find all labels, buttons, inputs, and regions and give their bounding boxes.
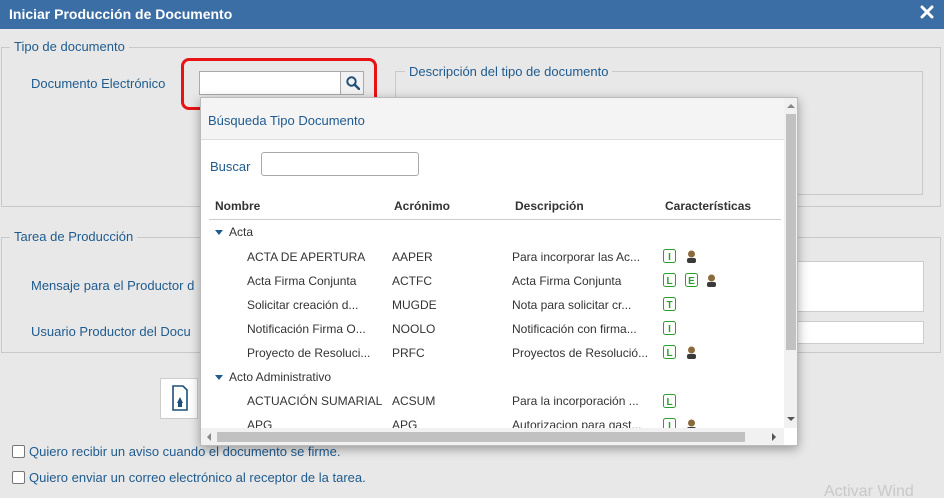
collapse-triangle-icon[interactable] xyxy=(215,230,223,236)
producir-documento-button[interactable] xyxy=(160,378,198,419)
cell-nombre: Solicitar creación d... xyxy=(247,298,359,312)
svg-text:L: L xyxy=(666,348,672,359)
column-header-caracteristicas[interactable]: Características xyxy=(665,199,751,213)
group-label: Acto Administrativo xyxy=(229,370,332,384)
scroll-right-icon[interactable] xyxy=(769,432,779,442)
collapse-triangle-icon[interactable] xyxy=(215,375,223,381)
cell-descripcion: Para incorporar las Ac... xyxy=(512,250,641,264)
aviso-label: Quiero recibir un aviso cuando el docume… xyxy=(29,444,341,459)
scroll-left-icon[interactable] xyxy=(204,432,214,442)
group-row-acto-administrativo[interactable]: Acto Administrativo xyxy=(215,370,331,384)
usuario-input[interactable] xyxy=(780,321,924,344)
vertical-scrollbar[interactable] xyxy=(784,98,797,428)
cell-acronimo: NOOLO xyxy=(392,322,436,336)
descripcion-legend: Descripción del tipo de documento xyxy=(405,64,613,79)
documento-electronico-label: Documento Electrónico xyxy=(31,76,166,91)
mensaje-label: Mensaje para el Productor d xyxy=(31,278,195,293)
group-row-acta[interactable]: Acta xyxy=(215,225,253,239)
popup-title: Búsqueda Tipo Documento xyxy=(208,113,365,128)
user-icon xyxy=(687,346,696,359)
busqueda-tipo-documento-popup: Búsqueda Tipo Documento Buscar Nombre Ac… xyxy=(200,97,798,446)
i-icon: I xyxy=(663,321,676,335)
scroll-down-icon[interactable] xyxy=(786,414,796,424)
cell-acronimo: ACTFC xyxy=(392,274,432,288)
usuario-label: Usuario Productor del Docu xyxy=(31,324,191,339)
cell-descripcion: Notificación con firma... xyxy=(512,322,637,336)
correo-label: Quiero enviar un correo electrónico al r… xyxy=(29,470,366,485)
l-icon: L xyxy=(663,273,676,287)
svg-text:L: L xyxy=(666,276,672,287)
svg-text:I: I xyxy=(668,252,671,263)
cell-acronimo: MUGDE xyxy=(392,298,437,312)
aviso-checkbox-row[interactable]: Quiero recibir un aviso cuando el docume… xyxy=(12,444,340,459)
e-icon: E xyxy=(685,273,698,287)
title-bar: Iniciar Producción de Documento xyxy=(0,0,944,29)
tipo-documento-legend: Tipo de documento xyxy=(10,39,129,54)
i-icon: I xyxy=(663,249,676,263)
t-icon: T xyxy=(663,297,676,311)
windows-activation-watermark: Activar Wind xyxy=(824,483,914,498)
cell-nombre: Notificación Firma O... xyxy=(247,322,366,336)
svg-text:T: T xyxy=(666,300,672,311)
user-icon xyxy=(707,274,716,287)
correo-checkbox[interactable] xyxy=(12,471,25,484)
scroll-up-icon[interactable] xyxy=(786,101,796,111)
document-edit-icon xyxy=(172,385,188,411)
window-title: Iniciar Producción de Documento xyxy=(9,6,233,22)
popup-header: Búsqueda Tipo Documento xyxy=(201,98,784,140)
cell-nombre: Proyecto de Resoluci... xyxy=(247,346,371,360)
svg-text:E: E xyxy=(688,276,695,287)
cell-descripcion: Nota para solicitar cr... xyxy=(512,298,632,312)
l-icon: L xyxy=(663,345,676,359)
cell-nombre: ACTA DE APERTURA xyxy=(247,250,366,264)
cell-nombre: Acta Firma Conjunta xyxy=(247,274,357,288)
correo-checkbox-row[interactable]: Quiero enviar un correo electrónico al r… xyxy=(12,470,366,485)
buscar-label: Buscar xyxy=(210,159,251,174)
group-label: Acta xyxy=(229,225,254,239)
buscar-input[interactable] xyxy=(261,152,419,176)
svg-text:L: L xyxy=(666,397,672,408)
aviso-checkbox[interactable] xyxy=(12,445,25,458)
cell-descripcion: Proyectos de Resolució... xyxy=(512,346,649,360)
horizontal-scrollbar[interactable] xyxy=(201,428,784,445)
cell-acronimo: AAPER xyxy=(392,250,433,264)
l-icon: L xyxy=(663,394,676,408)
mensaje-textarea[interactable] xyxy=(780,261,924,312)
tarea-legend: Tarea de Producción xyxy=(10,229,138,244)
horizontal-scroll-thumb[interactable] xyxy=(217,432,745,442)
cell-descripcion: Para la incorporación ... xyxy=(512,394,639,408)
cell-acronimo: PRFC xyxy=(392,346,425,360)
cell-nombre: ACTUACIÓN SUMARIAL xyxy=(247,394,383,408)
user-icon xyxy=(687,250,696,263)
column-header-nombre[interactable]: Nombre xyxy=(215,199,260,213)
column-header-acronimo[interactable]: Acrónimo xyxy=(394,199,450,213)
cell-descripcion: Acta Firma Conjunta xyxy=(512,274,622,288)
cell-acronimo: ACSUM xyxy=(392,394,436,408)
vertical-scroll-thumb[interactable] xyxy=(786,114,796,350)
header-divider xyxy=(209,219,781,220)
close-icon[interactable] xyxy=(920,4,934,22)
svg-text:I: I xyxy=(668,324,671,335)
column-header-descripcion[interactable]: Descripción xyxy=(515,199,584,213)
